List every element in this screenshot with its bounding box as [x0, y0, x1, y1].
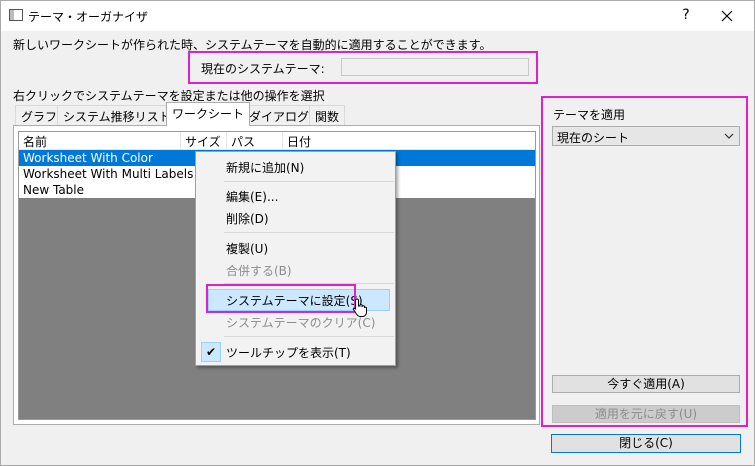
- set-system-theme-highlight: [206, 284, 356, 313]
- app-icon: [9, 9, 23, 21]
- tab-dialog[interactable]: ダイアログ: [243, 105, 316, 125]
- close-window-button[interactable]: [707, 3, 747, 27]
- apply-target-value: 現在のシート: [557, 131, 630, 145]
- window-title: テーマ・オーガナイザ: [28, 10, 149, 24]
- menu-separator: [224, 181, 394, 182]
- tab-graph[interactable]: グラフ: [15, 105, 64, 125]
- menu-item-merge[interactable]: 合併する(B): [226, 262, 292, 279]
- context-menu: 新規に追加(N) 編集(E)... 削除(D) 複製(U) 合併する(B) シス…: [195, 151, 396, 366]
- tab-function[interactable]: 関数: [309, 105, 346, 125]
- revert-apply-button[interactable]: 適用を元に戻す(U): [552, 405, 740, 423]
- column-header-date[interactable]: 日付: [283, 132, 343, 150]
- chevron-down-icon: [724, 133, 734, 139]
- column-header-name[interactable]: 名前: [19, 132, 181, 150]
- menu-item-delete[interactable]: 削除(D): [226, 210, 269, 227]
- menu-separator: [224, 232, 394, 233]
- close-button[interactable]: 閉じる(C): [551, 434, 741, 453]
- row-name: Worksheet With Multi Labels: [23, 167, 194, 181]
- current-theme-field: [341, 58, 529, 76]
- apply-target-select[interactable]: 現在のシート: [552, 126, 740, 146]
- menu-item-edit[interactable]: 編集(E)...: [226, 188, 278, 205]
- menu-item-show-tooltip[interactable]: ツールチップを表示(T): [226, 344, 351, 361]
- menu-item-add-new[interactable]: 新規に追加(N): [226, 159, 304, 176]
- tab-system-transition-list[interactable]: システム推移リスト: [57, 105, 177, 125]
- hand-cursor-icon: [352, 298, 367, 317]
- apply-now-button[interactable]: 今すぐ適用(A): [552, 375, 740, 393]
- apply-theme-label: テーマを適用: [553, 108, 626, 122]
- close-icon: [721, 10, 733, 21]
- help-button[interactable]: ?: [672, 3, 700, 27]
- column-header-size[interactable]: サイズ: [181, 132, 227, 150]
- tab-worksheet[interactable]: ワークシート: [166, 102, 251, 126]
- menu-separator: [224, 336, 394, 337]
- row-name: New Table: [23, 183, 85, 197]
- row-name: Worksheet With Color: [23, 151, 153, 165]
- column-header-path[interactable]: パス: [227, 132, 283, 150]
- check-icon: ✔: [201, 342, 221, 362]
- menu-item-duplicate[interactable]: 複製(U): [226, 240, 268, 257]
- current-theme-label: 現在のシステムテーマ:: [201, 62, 325, 76]
